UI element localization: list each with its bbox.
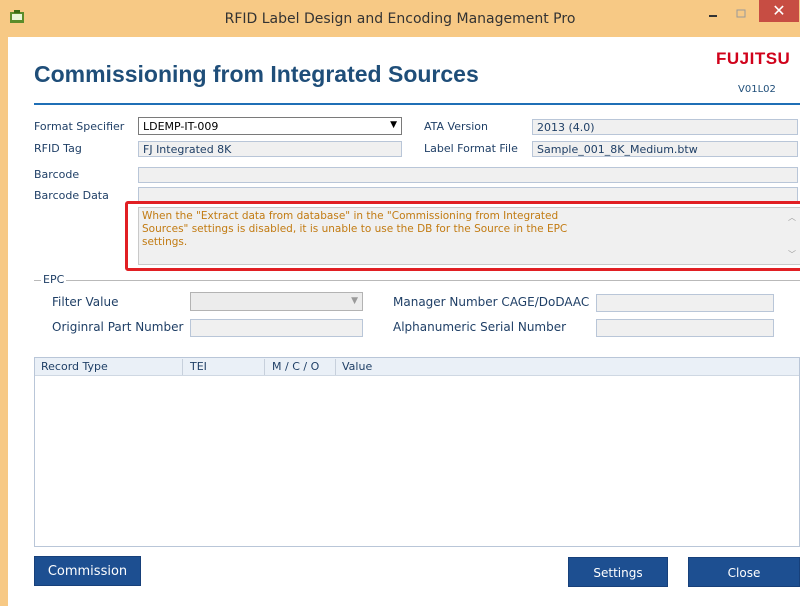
filter-value-label: Filter Value — [52, 295, 119, 309]
barcode-field — [138, 167, 798, 183]
alphanumeric-serial-label: Alphanumeric Serial Number — [393, 320, 567, 334]
version-label: V01L02 — [738, 84, 776, 95]
maximize-button[interactable] — [728, 4, 754, 26]
label-format-file-field: Sample_001_8K_Medium.btw — [532, 141, 798, 157]
original-part-number-label: Originral Part Number — [52, 320, 184, 334]
barcode-label: Barcode — [34, 168, 80, 181]
original-part-number-field[interactable] — [190, 319, 363, 337]
ata-version-field: 2013 (4.0) — [532, 119, 798, 135]
column-divider — [182, 359, 183, 375]
rfid-tag-field: FJ Integrated 8K — [138, 141, 402, 157]
column-header-mco[interactable]: M / C / O — [272, 360, 319, 373]
window-title: RFID Label Design and Encoding Managemen… — [224, 11, 576, 27]
records-table-header: Record Type TEI M / C / O Value — [35, 358, 799, 376]
filter-value-select[interactable]: ▼ — [190, 292, 363, 311]
format-specifier-label: Format Specifier — [34, 120, 125, 133]
title-bar: RFID Label Design and Encoding Managemen… — [0, 0, 800, 37]
close-button[interactable]: Close — [688, 557, 800, 587]
maximize-icon — [728, 9, 754, 30]
commission-button[interactable]: Commission — [34, 556, 141, 586]
label-format-file-label: Label Format File — [424, 142, 518, 155]
minimize-button[interactable] — [700, 4, 726, 26]
client-area: Commissioning from Integrated Sources FU… — [8, 37, 800, 606]
minimize-icon — [700, 11, 726, 30]
alphanumeric-serial-field[interactable] — [596, 319, 774, 337]
highlight-box — [125, 201, 800, 271]
ata-version-label: ATA Version — [424, 120, 489, 133]
column-divider — [264, 359, 265, 375]
epc-legend: EPC — [41, 273, 67, 286]
column-header-tei[interactable]: TEI — [190, 360, 207, 373]
format-specifier-value: LDEMP-IT-009 — [143, 120, 219, 133]
window-close-button[interactable]: ✕ — [759, 0, 799, 22]
records-table[interactable]: Record Type TEI M / C / O Value — [34, 357, 800, 547]
title-divider — [34, 103, 800, 105]
column-divider — [335, 359, 336, 375]
barcode-data-label: Barcode Data — [34, 189, 109, 202]
column-header-value[interactable]: Value — [342, 360, 372, 373]
column-header-record-type[interactable]: Record Type — [41, 360, 108, 373]
rfid-tag-label: RFID Tag — [34, 142, 82, 155]
manager-number-label: Manager Number CAGE/DoDAAC — [393, 295, 590, 309]
format-specifier-select[interactable]: LDEMP-IT-009 ▼ — [138, 117, 402, 135]
close-icon: ✕ — [772, 1, 786, 20]
manager-number-field[interactable] — [596, 294, 774, 312]
chevron-down-icon[interactable]: ▼ — [351, 296, 358, 306]
settings-button[interactable]: Settings — [568, 557, 668, 587]
chevron-down-icon[interactable]: ▼ — [390, 120, 397, 130]
fujitsu-logo: FUJITSU — [716, 49, 791, 68]
page-title: Commissioning from Integrated Sources — [34, 61, 479, 87]
